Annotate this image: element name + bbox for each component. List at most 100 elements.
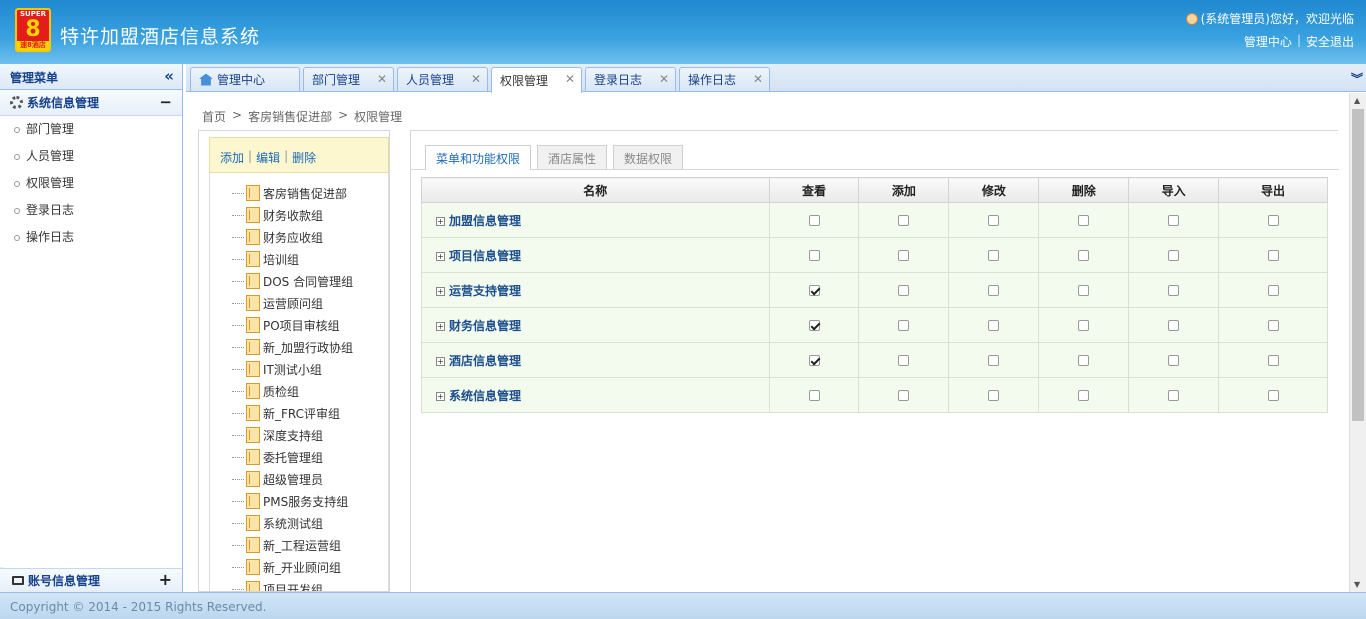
tree-item[interactable]: 质检组 <box>246 380 299 402</box>
expand-icon[interactable]: + <box>436 251 445 261</box>
close-icon[interactable]: ✕ <box>753 72 763 86</box>
permission-checkbox[interactable] <box>1267 250 1279 261</box>
tree-item[interactable]: 系统测试组 <box>246 512 323 534</box>
close-icon[interactable]: ✕ <box>377 72 387 86</box>
tab-data-permissions[interactable]: 数据权限 <box>613 145 684 169</box>
permission-checkbox[interactable] <box>808 390 820 401</box>
logout-link[interactable]: 安全退出 <box>1306 33 1354 50</box>
permission-checkbox[interactable] <box>1267 285 1279 296</box>
tree-item[interactable]: 项目开发组 <box>246 578 323 591</box>
permission-checkbox[interactable] <box>988 250 1000 261</box>
tree-item[interactable]: 新_FRC评审组 <box>246 402 340 424</box>
permission-checkbox[interactable] <box>1168 215 1180 226</box>
tree-item[interactable]: 新_加盟行政协组 <box>246 336 353 358</box>
delete-button[interactable]: 删除 <box>292 149 316 165</box>
close-icon[interactable]: ✕ <box>471 72 481 86</box>
tab-personnel[interactable]: 人员管理 ✕ <box>397 67 488 91</box>
tab-admin-center[interactable]: 管理中心 <box>190 67 300 91</box>
permission-checkbox[interactable] <box>988 390 1000 401</box>
sidebar-item-permission[interactable]: 权限管理 <box>0 170 182 197</box>
admin-center-link[interactable]: 管理中心 <box>1244 33 1292 50</box>
permission-checkbox[interactable] <box>808 215 820 226</box>
permission-checkbox[interactable] <box>1078 320 1090 331</box>
expand-icon[interactable]: + <box>436 391 445 401</box>
sidebar-item-login-log[interactable]: 登录日志 <box>0 197 182 224</box>
tree-item[interactable]: IT测试小组 <box>246 358 322 380</box>
permission-checkbox[interactable] <box>808 285 820 296</box>
menu-name-cell[interactable]: + 项目信息管理 <box>421 237 770 273</box>
tab-hotel-attributes[interactable]: 酒店属性 <box>537 145 608 169</box>
tab-menu-permissions[interactable]: 菜单和功能权限 <box>425 145 532 170</box>
permission-checkbox[interactable] <box>1267 320 1279 331</box>
permission-checkbox[interactable] <box>898 215 910 226</box>
tree-item[interactable]: 培训组 <box>246 248 299 270</box>
tab-login-log[interactable]: 登录日志 ✕ <box>585 67 676 91</box>
permission-checkbox[interactable] <box>808 320 820 331</box>
permission-checkbox[interactable] <box>1078 215 1090 226</box>
permission-checkbox[interactable] <box>898 390 910 401</box>
sidebar-group-system[interactable]: 系统信息管理 − <box>0 90 182 116</box>
permission-checkbox[interactable] <box>1078 390 1090 401</box>
breadcrumb-home[interactable]: 首页 <box>202 108 226 125</box>
add-button[interactable]: 添加 <box>220 149 244 165</box>
permission-checkbox[interactable] <box>898 285 910 296</box>
permission-checkbox[interactable] <box>1078 285 1090 296</box>
sidebar-item-personnel[interactable]: 人员管理 <box>0 143 182 170</box>
menu-name-cell[interactable]: + 酒店信息管理 <box>421 342 770 378</box>
menu-name-cell[interactable]: + 运营支持管理 <box>421 272 770 308</box>
permission-checkbox[interactable] <box>988 355 1000 366</box>
scroll-down-icon[interactable]: ▼ <box>1354 580 1360 589</box>
permission-checkbox[interactable] <box>988 285 1000 296</box>
tree-item[interactable]: 新_工程运营组 <box>246 534 341 556</box>
tab-operation-log[interactable]: 操作日志 ✕ <box>679 67 770 91</box>
close-icon[interactable]: ✕ <box>659 72 669 86</box>
tree-item[interactable]: DOS 合同管理组 <box>246 270 353 292</box>
permission-checkbox[interactable] <box>1078 355 1090 366</box>
permission-checkbox[interactable] <box>808 355 820 366</box>
expand-icon[interactable]: + <box>436 286 445 296</box>
scroll-up-icon[interactable]: ▲ <box>1354 96 1360 105</box>
breadcrumb-dept[interactable]: 客房销售促进部 <box>248 108 332 125</box>
tree-item[interactable]: 财务应收组 <box>246 226 323 248</box>
vertical-scrollbar[interactable]: ▲ ▼ <box>1349 93 1366 592</box>
tree-item[interactable]: 超级管理员 <box>246 468 323 490</box>
menu-name-cell[interactable]: + 财务信息管理 <box>421 307 770 343</box>
permission-checkbox[interactable] <box>988 215 1000 226</box>
permission-checkbox[interactable] <box>1267 355 1279 366</box>
permission-checkbox[interactable] <box>1168 355 1180 366</box>
tree-item[interactable]: 运营顾问组 <box>246 292 323 314</box>
tree-item[interactable]: PMS服务支持组 <box>246 490 348 512</box>
permission-checkbox[interactable] <box>1267 215 1279 226</box>
tree-item[interactable]: 新_开业顾问组 <box>246 556 341 578</box>
close-icon[interactable]: ✕ <box>565 72 575 86</box>
tree-item[interactable]: 深度支持组 <box>246 424 323 446</box>
scroll-thumb[interactable] <box>1352 109 1364 421</box>
sidebar-group-account[interactable]: 账号信息管理 + <box>0 568 182 592</box>
tree-item[interactable]: 客房销售促进部 <box>246 182 347 204</box>
permission-checkbox[interactable] <box>1168 390 1180 401</box>
tree-item[interactable]: 财务收款组 <box>246 204 323 226</box>
sidebar-item-department[interactable]: 部门管理 <box>0 116 182 143</box>
permission-checkbox[interactable] <box>1168 320 1180 331</box>
expand-group-icon[interactable]: + <box>159 570 172 589</box>
permission-checkbox[interactable] <box>808 250 820 261</box>
expand-icon[interactable]: + <box>436 216 445 226</box>
tab-list-dropdown-icon[interactable]: ︾ <box>1351 70 1363 87</box>
permission-checkbox[interactable] <box>1168 285 1180 296</box>
sidebar-item-operation-log[interactable]: 操作日志 <box>0 224 182 251</box>
menu-name-cell[interactable]: + 加盟信息管理 <box>421 202 770 238</box>
permission-checkbox[interactable] <box>1078 250 1090 261</box>
permission-checkbox[interactable] <box>898 320 910 331</box>
permission-checkbox[interactable] <box>1267 390 1279 401</box>
tree-item[interactable]: 委托管理组 <box>246 446 323 468</box>
tab-department[interactable]: 部门管理 ✕ <box>303 67 394 91</box>
collapse-sidebar-icon[interactable]: « <box>164 67 174 85</box>
menu-name-cell[interactable]: + 系统信息管理 <box>421 377 770 413</box>
tab-permission[interactable]: 权限管理 ✕ <box>491 67 582 93</box>
permission-checkbox[interactable] <box>1168 250 1180 261</box>
expand-icon[interactable]: + <box>436 356 445 366</box>
permission-checkbox[interactable] <box>898 250 910 261</box>
permission-checkbox[interactable] <box>898 355 910 366</box>
collapse-group-icon[interactable]: − <box>159 93 172 111</box>
tree-item[interactable]: PO项目审核组 <box>246 314 340 336</box>
